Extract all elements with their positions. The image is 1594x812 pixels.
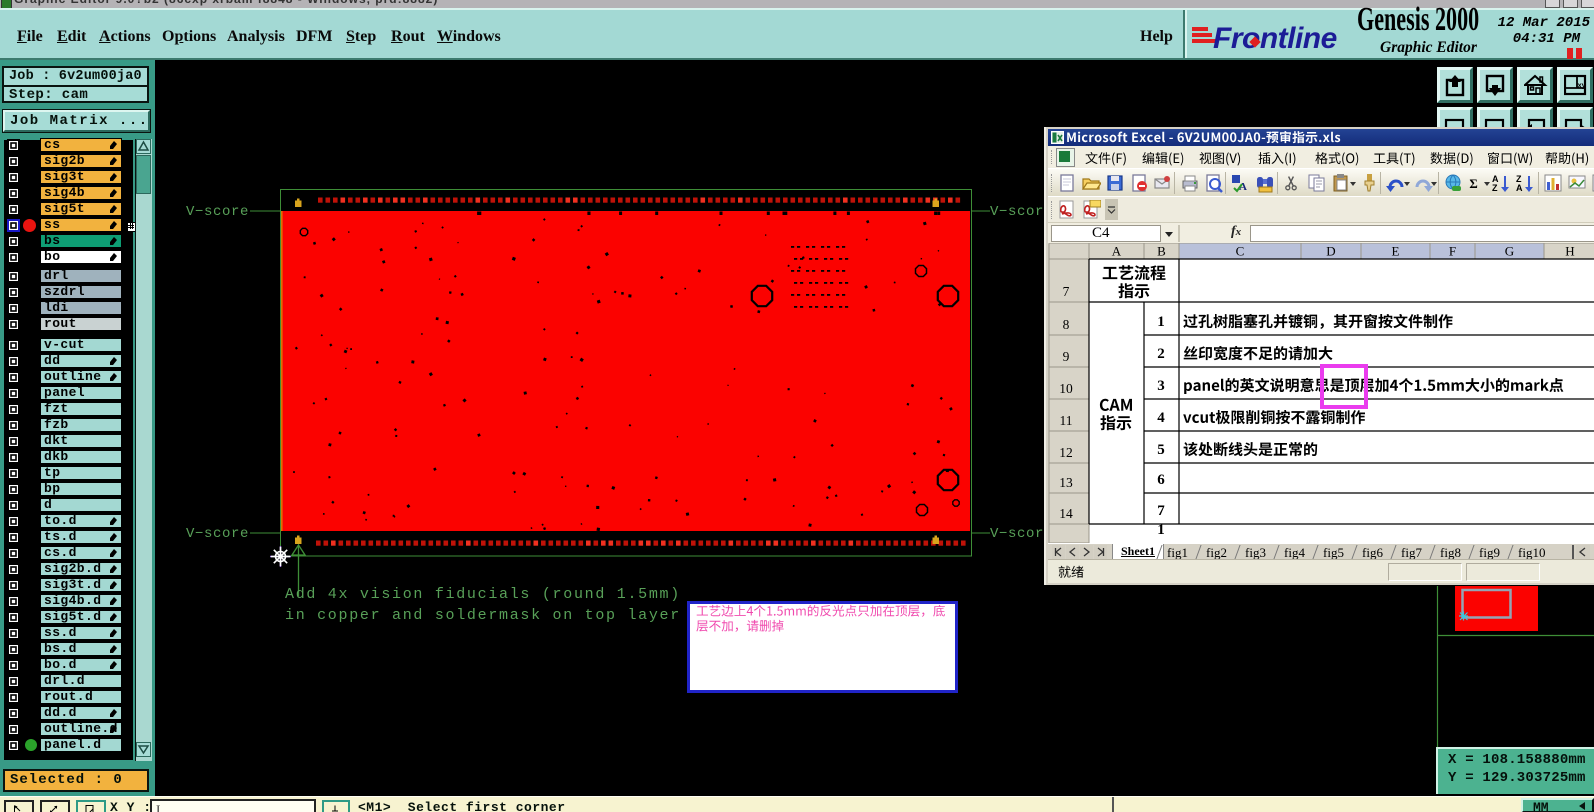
svg-text:6: 6 [1157,472,1165,488]
svg-text:7: 7 [1063,284,1070,299]
svg-text:12: 12 [1059,445,1073,460]
svg-text:B: B [1157,244,1166,259]
svg-text:7: 7 [1157,503,1165,519]
svg-text:4: 4 [1157,410,1165,426]
svg-text:E: E [1392,244,1400,259]
svg-text:13: 13 [1059,475,1073,490]
svg-text:8: 8 [1063,317,1070,332]
svg-text:G: G [1505,244,1514,259]
svg-text:9: 9 [1063,349,1070,364]
svg-text:Z: Z [1492,183,1498,193]
svg-text:1: 1 [1157,522,1165,538]
svg-text:F: F [1449,244,1456,259]
svg-text:2: 2 [1157,346,1165,362]
svg-text:H: H [1565,244,1574,259]
svg-text:Σ: Σ [1469,177,1477,191]
svg-text:C: C [1236,244,1245,259]
svg-text:11: 11 [1060,413,1073,428]
svg-text:A: A [1516,183,1523,193]
svg-text:3: 3 [1157,378,1165,394]
svg-text:1: 1 [1157,314,1165,330]
svg-text:D: D [1326,244,1335,259]
svg-text:14: 14 [1059,506,1073,521]
svg-text:5: 5 [1157,442,1165,458]
svg-text:10: 10 [1059,381,1073,396]
svg-text:A: A [1112,244,1122,259]
